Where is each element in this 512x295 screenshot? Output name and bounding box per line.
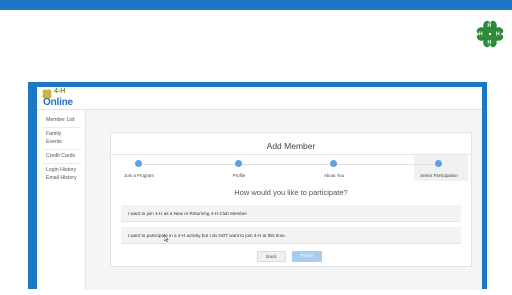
page-title: Add Member bbox=[266, 141, 316, 151]
app-window: 4-H Online Member List Family Events Cre… bbox=[37, 87, 482, 290]
logo-4h-text: 4-H bbox=[54, 88, 66, 95]
back-button[interactable]: Back bbox=[257, 251, 286, 262]
svg-text:H: H bbox=[479, 32, 483, 38]
step-dot-join-program[interactable] bbox=[135, 160, 142, 167]
stepper-track bbox=[141, 164, 441, 165]
sidebar-item-family[interactable]: Family bbox=[46, 131, 84, 137]
option-participate-activity[interactable]: I want to participate in a 4-H activity … bbox=[121, 227, 461, 244]
sidebar: Member List Family Events Credit Cards L… bbox=[37, 110, 86, 290]
step-label-join-program: Join a Program bbox=[124, 173, 154, 178]
svg-text:H: H bbox=[488, 40, 492, 46]
step-dot-profile[interactable] bbox=[235, 160, 242, 167]
top-banner bbox=[0, 0, 512, 10]
mouse-pointer-icon bbox=[164, 235, 169, 242]
sidebar-item-member-list[interactable]: Member List bbox=[46, 117, 84, 123]
step-label-profile: Profile bbox=[232, 173, 246, 178]
4h-clover-icon: HHHH bbox=[476, 20, 504, 48]
sidebar-divider bbox=[43, 127, 81, 128]
logo-online-text: Online bbox=[43, 97, 73, 108]
sidebar-divider bbox=[43, 163, 81, 164]
add-member-panel: Add Member Join a Program Profile About … bbox=[110, 132, 472, 267]
svg-text:H: H bbox=[496, 32, 500, 38]
step-dot-select-participation[interactable] bbox=[435, 160, 442, 167]
sidebar-item-events[interactable]: Events bbox=[46, 139, 84, 145]
option-join-club-member[interactable]: I want to join 4-H as a New or Returning… bbox=[121, 205, 461, 222]
step-label-about-you: About You bbox=[323, 173, 345, 178]
sidebar-item-login-history[interactable]: Login History bbox=[46, 167, 84, 173]
svg-text:H: H bbox=[488, 23, 492, 29]
sidebar-item-email-history[interactable]: Email History bbox=[46, 175, 84, 181]
sidebar-divider bbox=[43, 149, 81, 150]
app-logo[interactable]: 4-H Online bbox=[41, 88, 81, 110]
finish-button[interactable]: Finish bbox=[292, 251, 322, 262]
step-dot-about-you[interactable] bbox=[330, 160, 337, 167]
app-header: 4-H Online bbox=[37, 87, 482, 110]
participation-question: How would you like to participate? bbox=[234, 188, 348, 197]
step-label-select-participation: Select Participation bbox=[420, 173, 458, 178]
sidebar-item-credit-cards[interactable]: Credit Cards bbox=[46, 153, 84, 159]
